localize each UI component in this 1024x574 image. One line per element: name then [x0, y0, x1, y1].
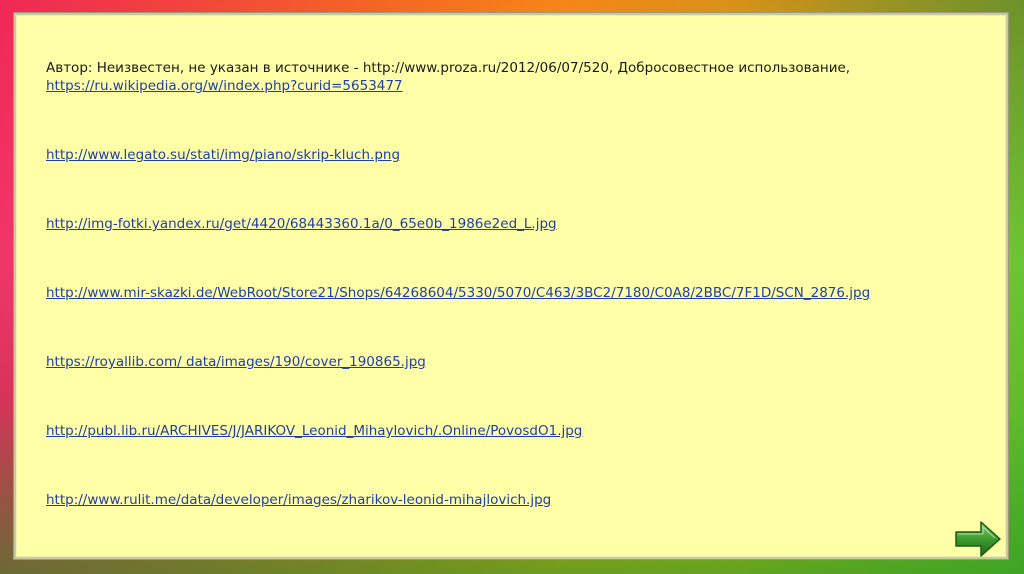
reference-link-mir-skazki[interactable]: http://www.mir-skazki.de/WebRoot/Store21…	[46, 284, 976, 302]
reference-link-yandex[interactable]: http://img-fotki.yandex.ru/get/4420/6844…	[46, 215, 976, 233]
reference-link-rulit[interactable]: http://www.rulit.me/data/developer/image…	[46, 491, 976, 509]
author-attribution: Автор: Неизвестен, не указан в источнике…	[46, 60, 851, 76]
arrow-right-icon	[955, 521, 1001, 557]
reference-link-publ-lib[interactable]: http://publ.lib.ru/ARCHIVES/J/JARIKOV_Le…	[46, 422, 976, 440]
slide-panel: Автор: Неизвестен, не указан в источнике…	[14, 13, 1008, 559]
reference-link-wikipedia[interactable]: https://ru.wikipedia.org/w/index.php?cur…	[46, 77, 976, 95]
reference-link-royallib[interactable]: https://royallib.com/ data/images/190/co…	[46, 353, 976, 371]
reference-link-legato[interactable]: http://www.legato.su/stati/img/piano/skr…	[46, 146, 976, 164]
references-list: Автор: Неизвестен, не указан в источнике…	[46, 59, 976, 509]
next-slide-button[interactable]	[953, 519, 1003, 559]
